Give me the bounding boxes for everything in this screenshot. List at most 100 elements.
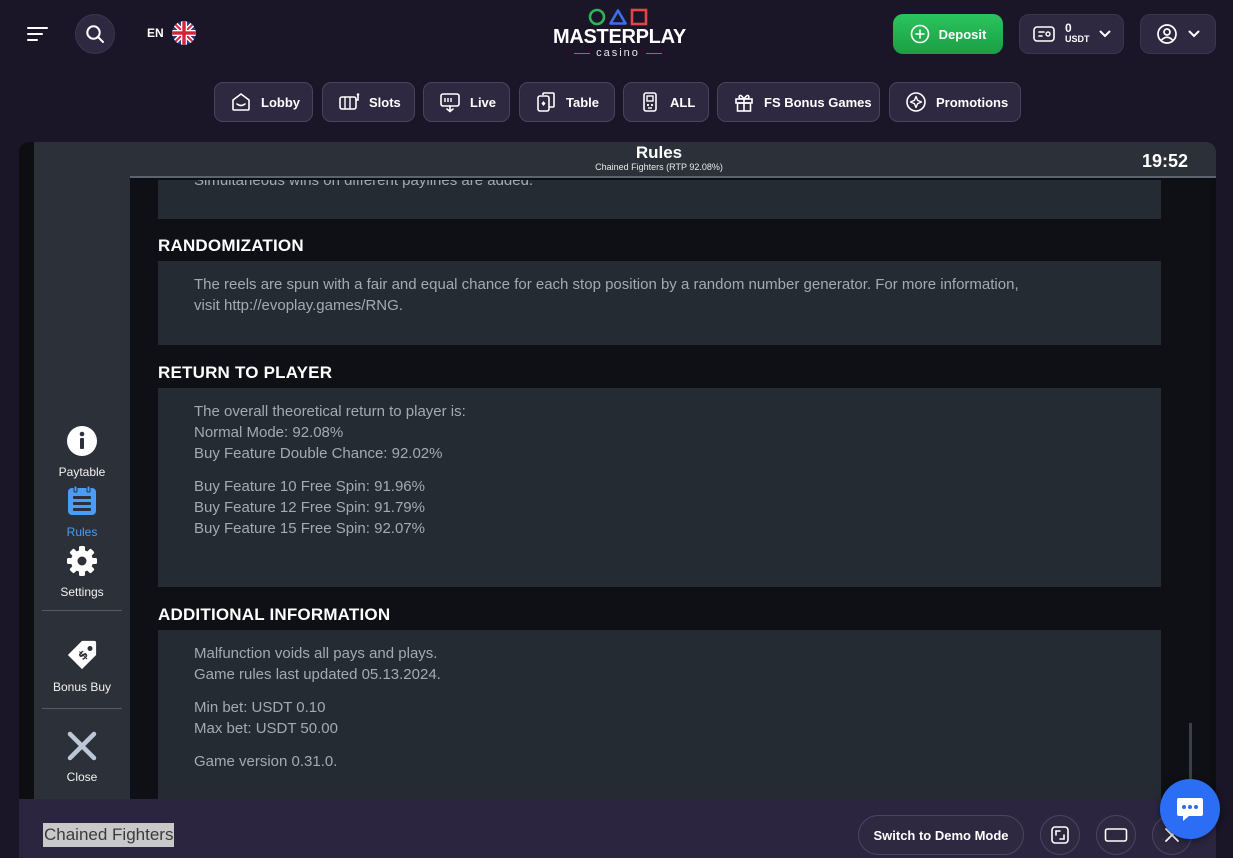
category-nav: Lobby Slots Live Table ALL FS Bonus Game…	[0, 82, 1233, 122]
paylines-text: Simultaneous wins on different paylines …	[194, 180, 534, 189]
rtp-heading: RETURN TO PLAYER	[158, 363, 333, 382]
fullscreen-button[interactable]	[1040, 815, 1080, 855]
game-sidebar: Paytable Rules Settings $ Bonus Buy Clos…	[34, 142, 130, 799]
slots-icon	[339, 93, 360, 110]
sidebar-item-settings[interactable]: Settings	[34, 545, 130, 599]
balance-amount: 0	[1065, 21, 1072, 35]
additional-info-box: Malfunction voids all pays and plays. Ga…	[158, 630, 1161, 799]
info-icon	[67, 426, 97, 456]
randomization-line: visit http://evoplay.games/RNG.	[194, 297, 403, 314]
sidebar-item-label: Settings	[60, 585, 104, 599]
uk-flag-icon	[171, 21, 196, 45]
rtp-line: Buy Feature 10 Free Spin: 91.96%	[194, 478, 425, 495]
gear-icon	[67, 546, 97, 576]
info-line: Max bet: USDT 50.00	[194, 720, 338, 737]
nav-label: Promotions	[936, 94, 1009, 110]
nav-label: Live	[470, 94, 497, 110]
language-selector[interactable]: EN	[147, 21, 196, 45]
promotions-icon	[906, 92, 926, 112]
rtp-line: The overall theoretical return to player…	[194, 403, 466, 420]
chat-icon	[1177, 798, 1203, 821]
additional-info-heading: ADDITIONAL INFORMATION	[158, 605, 391, 624]
nav-all[interactable]: ALL	[623, 82, 709, 122]
price-tag-icon: $	[67, 640, 97, 670]
sidebar-item-close[interactable]: Close	[34, 730, 130, 784]
logo-shapes	[553, 8, 683, 26]
randomization-line: The reels are spun with a fair and equal…	[194, 276, 1019, 293]
balance-text: 0 USDT	[1065, 21, 1090, 45]
sidebar-item-bonus-buy[interactable]: $ Bonus Buy	[34, 640, 130, 694]
nav-lobby[interactable]: Lobby	[214, 82, 313, 122]
info-line: Game rules last updated 05.13.2024.	[194, 666, 441, 683]
logo-subtitle: casino	[553, 48, 683, 59]
nav-promotions[interactable]: Promotions	[889, 82, 1021, 122]
live-icon	[440, 93, 460, 113]
nav-label: FS Bonus Games	[764, 94, 872, 110]
nav-label: Table	[566, 94, 599, 110]
deposit-button[interactable]: Deposit	[893, 14, 1003, 54]
rules-icon	[68, 485, 96, 515]
search-button[interactable]	[75, 14, 115, 54]
additional-info-text: Malfunction voids all pays and plays. Ga…	[194, 643, 441, 772]
randomization-text: The reels are spun with a fair and equal…	[194, 274, 1019, 316]
switch-demo-button[interactable]: Switch to Demo Mode	[858, 815, 1024, 855]
rules-content[interactable]: Simultaneous wins on different paylines …	[130, 180, 1210, 799]
gift-icon	[735, 94, 753, 112]
balance-currency: USDT	[1065, 34, 1090, 44]
sidebar-item-paytable[interactable]: Paytable	[34, 425, 130, 479]
deposit-label: Deposit	[938, 26, 987, 42]
all-games-icon	[643, 92, 657, 112]
rtp-line: Buy Feature 12 Free Spin: 91.79%	[194, 499, 425, 516]
profile-menu-button[interactable]	[1140, 14, 1216, 54]
game-bottom-bar: Chained Fighters Switch to Demo Mode	[19, 799, 1216, 858]
game-name: Chained Fighters	[43, 823, 175, 847]
balance-selector[interactable]: 0 USDT	[1019, 14, 1124, 54]
sidebar-item-label: Paytable	[58, 465, 106, 479]
sidebar-divider	[42, 610, 122, 611]
table-icon	[537, 92, 555, 112]
rtp-box: The overall theoretical return to player…	[158, 388, 1161, 587]
game-frame: Paytable Rules Settings $ Bonus Buy Clos…	[19, 142, 1216, 799]
chat-button[interactable]	[1160, 779, 1220, 839]
game-version: Game version 0.31.0.	[194, 753, 338, 770]
plus-circle-icon	[910, 24, 929, 44]
sidebar-item-label: Rules	[66, 525, 98, 539]
fullscreen-icon	[1051, 826, 1069, 844]
nav-label: Lobby	[261, 94, 300, 110]
sidebar-divider	[42, 708, 122, 709]
rtp-line: Buy Feature Double Chance: 92.02%	[194, 445, 443, 462]
widescreen-icon	[1104, 828, 1128, 842]
user-icon	[1157, 24, 1177, 44]
randomization-box: The reels are spun with a fair and equal…	[158, 261, 1161, 345]
randomization-heading: RANDOMIZATION	[158, 236, 304, 255]
chevron-down-icon	[1188, 30, 1200, 38]
logo-sub-text: casino	[596, 47, 640, 59]
info-line: Malfunction voids all pays and plays.	[194, 645, 438, 662]
chevron-down-icon	[1099, 30, 1110, 38]
sidebar-item-rules[interactable]: Rules	[34, 485, 130, 539]
search-icon	[86, 25, 104, 43]
site-logo[interactable]: MASTERPLAY casino	[553, 8, 686, 62]
nav-fs-bonus-games[interactable]: FS Bonus Games	[717, 82, 880, 122]
info-line: Min bet: USDT 0.10	[194, 699, 326, 716]
rtp-text: The overall theoretical return to player…	[194, 401, 466, 539]
site-header: EN MASTERPLAY casino Deposit 0 USDT	[0, 0, 1233, 70]
menu-icon[interactable]	[27, 25, 49, 43]
nav-table[interactable]: Table	[519, 82, 615, 122]
rules-title: Rules	[635, 143, 683, 162]
nav-live[interactable]: Live	[423, 82, 510, 122]
nav-slots[interactable]: Slots	[322, 82, 415, 122]
logo-wordmark: MASTERPLAY	[553, 26, 686, 48]
paylines-box: Simultaneous wins on different paylines …	[158, 180, 1161, 219]
rules-subtitle: Chained Fighters (RTP 92.08%)	[595, 162, 723, 172]
sidebar-item-label: Bonus Buy	[52, 680, 112, 694]
rtp-line: Buy Feature 15 Free Spin: 92.07%	[194, 520, 425, 537]
nav-label: ALL	[670, 94, 696, 110]
rtp-line: Normal Mode: 92.08%	[194, 424, 344, 441]
nav-label: Slots	[369, 94, 401, 110]
rules-header: Rules Chained Fighters (RTP 92.08%) 19:5…	[130, 142, 1216, 178]
wallet-icon	[1033, 26, 1055, 42]
lobby-icon	[232, 93, 250, 111]
language-code: EN	[147, 26, 164, 40]
theater-mode-button[interactable]	[1096, 815, 1136, 855]
